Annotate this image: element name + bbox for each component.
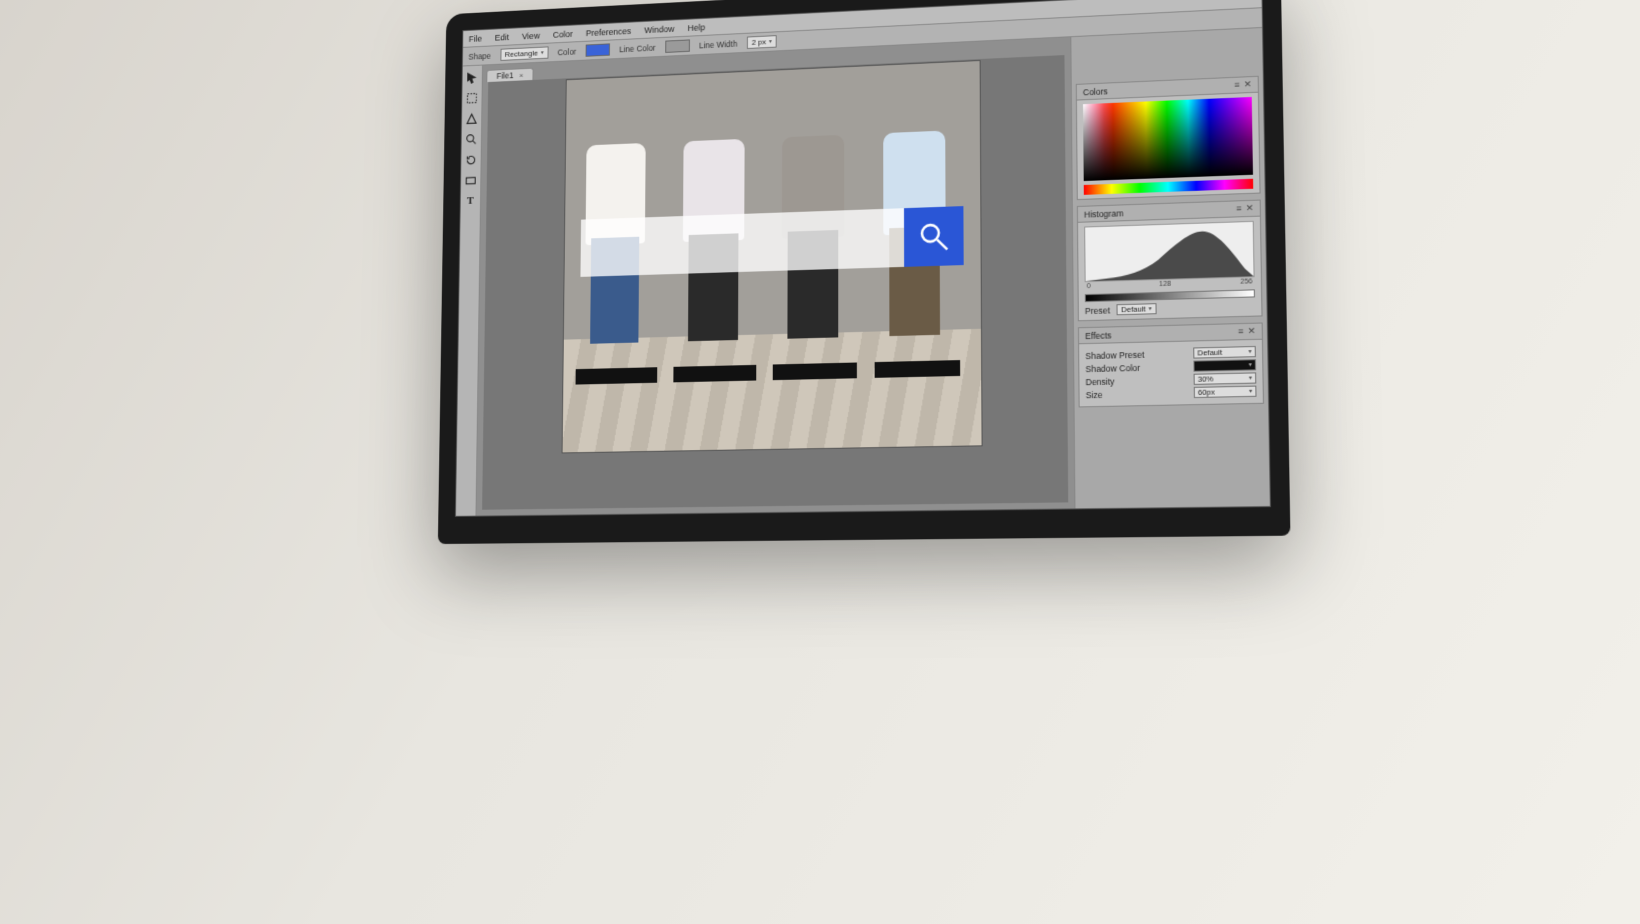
histogram-preset-select[interactable]: Default [1116,303,1157,315]
canvas-image[interactable] [563,61,982,452]
shadow-color-select[interactable] [1193,359,1256,372]
laptop-frame: File Edit View Color Preferences Window … [438,0,1291,544]
histogram-graph [1084,221,1254,282]
panel-close-icon[interactable]: ✕ [1247,326,1255,337]
line-color-label: Line Color [619,43,655,54]
panel-menu-icon[interactable]: ≡ [1234,80,1240,91]
text-tool[interactable]: T [463,193,478,209]
effects-panel: Effects ≡ ✕ Shadow Preset Default Shadow… [1078,322,1264,407]
line-width-select[interactable]: 2 px [747,35,777,49]
rectangle-icon [465,174,477,187]
app-window: File Edit View Color Preferences Window … [455,0,1271,517]
marquee-icon [466,91,478,104]
menu-help[interactable]: Help [688,22,706,32]
histogram-scale-mid: 128 [1159,281,1171,288]
zoom-tool[interactable] [464,131,479,147]
triangle-icon [466,112,478,125]
fill-color-swatch[interactable] [586,43,610,56]
text-icon: T [467,195,474,207]
colors-panel-title: Colors [1083,86,1108,97]
search-button[interactable] [904,206,964,267]
size-select[interactable]: 60px [1194,386,1257,398]
panel-menu-icon[interactable]: ≡ [1238,326,1244,337]
image-chair [773,363,857,380]
menu-edit[interactable]: Edit [495,32,509,42]
panel-menu-icon[interactable]: ≡ [1236,203,1242,214]
hue-slider[interactable] [1084,179,1253,195]
image-chair [575,367,657,384]
panel-close-icon[interactable]: ✕ [1246,203,1254,214]
size-label: Size [1086,389,1103,399]
histogram-scale-max: 256 [1240,278,1252,285]
shape-select[interactable]: Rectangle [500,46,548,61]
color-picker-field[interactable] [1083,97,1253,181]
search-icon [917,219,951,253]
workspace: T File1 × [456,28,1270,516]
menu-view[interactable]: View [522,30,540,40]
shape-label: Shape [468,51,491,61]
image-chair [874,360,960,377]
histogram-scale-min: 0 [1087,283,1091,290]
histogram-panel: Histogram ≡ ✕ 0 [1077,200,1263,322]
menu-window[interactable]: Window [644,24,674,35]
canvas-frame [482,55,1068,510]
document-tab-label: File1 [496,71,513,81]
effects-panel-title: Effects [1085,330,1111,341]
canvas-area: File1 × [476,37,1074,515]
menu-file[interactable]: File [469,33,482,43]
panel-close-icon[interactable]: ✕ [1244,79,1252,90]
pointer-icon [466,71,478,84]
density-label: Density [1086,376,1115,387]
shape-tool[interactable] [464,110,479,126]
colors-panel: Colors ≡ ✕ [1076,76,1261,200]
color-label: Color [557,46,576,56]
rotate-tool[interactable] [464,152,479,168]
magnifier-icon [465,133,477,146]
shadow-preset-select[interactable]: Default [1193,346,1256,359]
search-input[interactable] [581,208,904,277]
line-width-label: Line Width [699,39,737,50]
document-tab-close[interactable]: × [519,71,523,80]
menu-preferences[interactable]: Preferences [586,26,631,38]
shadow-color-label: Shadow Color [1085,362,1140,373]
shadow-preset-label: Shadow Preset [1085,349,1144,360]
marquee-tool[interactable] [465,90,480,106]
rotate-icon [465,153,477,166]
density-select[interactable]: 30% [1194,372,1257,385]
histogram-preset-label: Preset [1085,305,1110,316]
search-overlay [581,206,964,277]
menu-color[interactable]: Color [553,29,573,39]
panel-column: Colors ≡ ✕ Histogram [1070,28,1270,508]
rectangle-tool[interactable] [463,172,478,188]
image-chair [673,365,756,382]
histogram-panel-title: Histogram [1084,208,1123,219]
pointer-tool[interactable] [465,69,480,85]
line-color-swatch[interactable] [665,39,690,53]
